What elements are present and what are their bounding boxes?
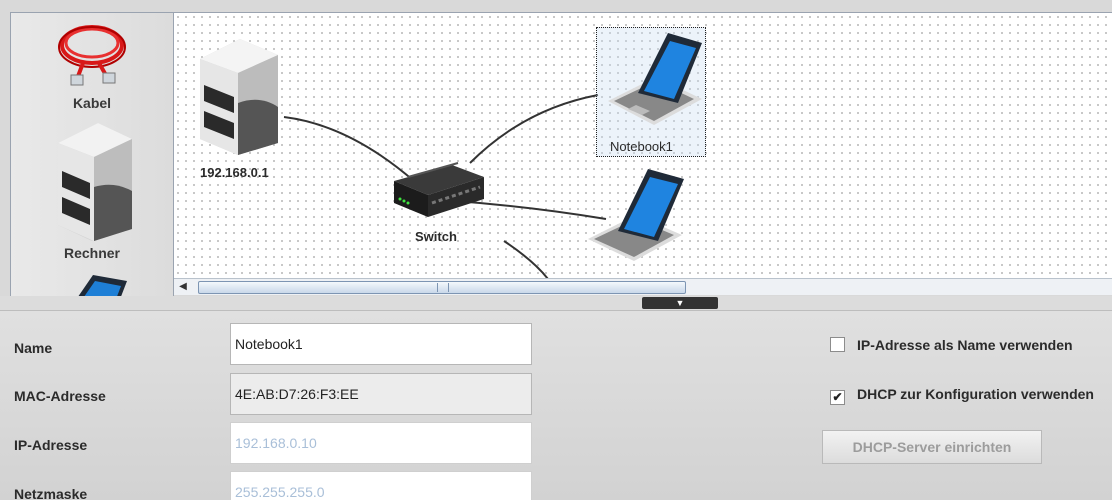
panel-splitter[interactable]: ▼: [0, 296, 1112, 310]
palette-label-computer: Rechner: [63, 245, 121, 261]
link-switch-notebook1: [469, 94, 599, 164]
scrollbar-thumb[interactable]: [198, 281, 686, 294]
palette-item-computer[interactable]: [11, 117, 173, 250]
mac-label: MAC-Adresse: [14, 388, 106, 404]
canvas-horizontal-scrollbar[interactable]: ◀: [174, 278, 1112, 295]
palette-item-cable[interactable]: [11, 19, 173, 102]
notebook-icon[interactable]: [598, 29, 704, 129]
netmask-field[interactable]: 255.255.255.0: [230, 471, 532, 500]
scroll-left-icon[interactable]: ◀: [176, 281, 190, 293]
name-field[interactable]: Notebook1: [230, 323, 532, 365]
use-dhcp-label: DHCP zur Konfiguration verwenden: [857, 386, 1094, 402]
thumb-grip-icon: [437, 283, 449, 292]
ip-field[interactable]: 192.168.0.10: [230, 422, 532, 464]
notebook-icon[interactable]: [584, 163, 690, 263]
palette-item-notebook[interactable]: [11, 267, 173, 297]
use-ip-as-name-option[interactable]: IP-Adresse als Name verwenden: [830, 337, 1073, 353]
ip-label: IP-Adresse: [14, 437, 88, 453]
computer-icon: [58, 123, 132, 241]
use-dhcp-checkbox[interactable]: ✔: [830, 390, 845, 405]
node-label-computer: 192.168.0.1: [200, 165, 269, 180]
use-ip-as-name-label: IP-Adresse als Name verwenden: [857, 337, 1073, 353]
mac-field: 4E:AB:D7:26:F3:EE: [230, 373, 532, 415]
cable-icon: [58, 25, 126, 86]
collapse-panel-button[interactable]: ▼: [642, 297, 718, 309]
notebook-icon: [77, 275, 127, 297]
netmask-label: Netzmaske: [14, 486, 88, 500]
switch-icon[interactable]: [388, 159, 488, 223]
component-palette: Kabel Rechner: [10, 12, 174, 298]
properties-panel: Name Notebook1 MAC-Adresse 4E:AB:D7:26:F…: [0, 310, 1112, 500]
network-canvas[interactable]: 192.168.0.1 Switch Notebook1: [174, 12, 1112, 279]
palette-label-cable: Kabel: [72, 95, 112, 111]
computer-icon[interactable]: [194, 35, 286, 157]
link-switch-offscreen: [503, 240, 549, 279]
node-label-switch: Switch: [415, 229, 457, 244]
name-label: Name: [14, 340, 53, 356]
use-ip-as-name-checkbox[interactable]: [830, 337, 845, 352]
node-label-notebook1: Notebook1: [610, 139, 673, 154]
use-dhcp-option[interactable]: ✔ DHCP zur Konfiguration verwenden: [830, 386, 1094, 405]
dhcp-server-setup-button[interactable]: DHCP-Server einrichten: [822, 430, 1042, 464]
